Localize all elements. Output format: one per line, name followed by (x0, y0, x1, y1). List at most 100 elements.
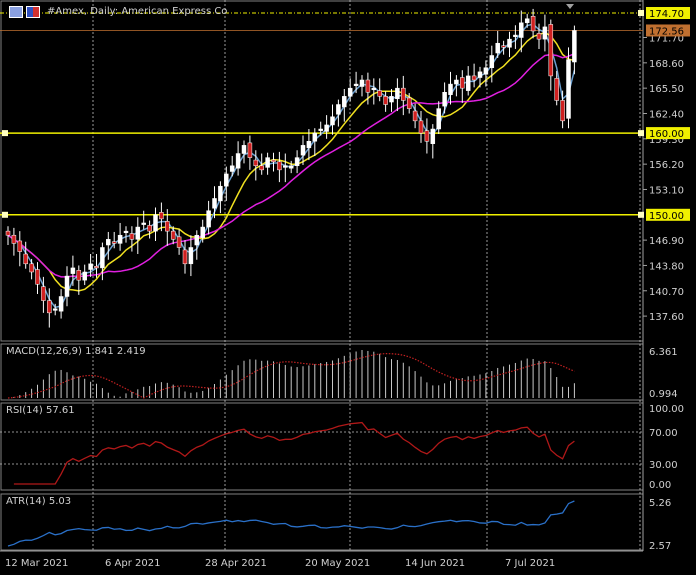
candle-up (336, 104, 341, 115)
candle-down (401, 87, 406, 101)
candle-down (159, 212, 164, 220)
candle-up (200, 226, 205, 238)
candle-down (501, 45, 506, 48)
candle-up (135, 226, 141, 240)
candle-up (294, 157, 300, 167)
candle-up (465, 75, 471, 91)
candle-down (418, 120, 424, 134)
candle-up (572, 30, 577, 63)
x-tick-label: 12 Mar 2021 (5, 558, 68, 569)
macd-tick-label: 0.994 (649, 389, 678, 400)
y-tick-label: 140.70 (649, 287, 684, 298)
x-tick-label: 6 Apr 2021 (105, 558, 160, 569)
chart-canvas[interactable]: 12 Mar 2021 6 Apr 2021 28 Apr 2021 20 May 2… (0, 0, 696, 571)
candle-down (259, 165, 264, 171)
candle-up (347, 87, 353, 97)
candle-down (406, 97, 412, 109)
candle-down (548, 24, 554, 77)
chart-title: #Amex, Daily: American Express Co (47, 6, 228, 17)
candle-up (88, 263, 93, 270)
candle-up (241, 145, 247, 154)
candle-up (524, 18, 530, 24)
candle-up (507, 38, 512, 48)
level-handle (638, 211, 644, 218)
candle-down (23, 253, 28, 265)
candle-down (111, 241, 117, 244)
candle-down (94, 266, 99, 269)
candle-up (489, 55, 495, 68)
candle-up (283, 165, 288, 168)
level-handle (2, 130, 8, 137)
candle-up (194, 234, 200, 246)
candle-down (147, 225, 152, 232)
rsi-tick-label: 0.00 (649, 480, 671, 491)
candle-down (365, 79, 371, 93)
macd-label: MACD(12,26,9) 1.841 2.419 (6, 346, 146, 357)
level-handle (638, 10, 644, 16)
candle-down (530, 16, 536, 32)
shift-marker-icon (566, 4, 574, 9)
candle-up (353, 83, 359, 86)
rsi-tick-label: 70.00 (649, 428, 678, 439)
panel-frame (0, 0, 644, 342)
candle-up (58, 296, 64, 312)
bid-price-label: 172.56 (649, 26, 684, 37)
y-tick-label: 162.40 (649, 109, 684, 120)
candle-up (436, 108, 441, 130)
candle-up (206, 210, 211, 228)
candle-down (182, 249, 188, 265)
chart-window-icon (9, 6, 23, 18)
candle-down (253, 159, 259, 167)
candle-up (306, 141, 312, 149)
candle-down (11, 234, 17, 244)
candle-down (41, 286, 46, 301)
level-handle (2, 211, 8, 218)
flag-icon (26, 6, 41, 18)
candle-up (300, 145, 306, 156)
candle-up (342, 96, 347, 108)
candle-down (554, 78, 559, 101)
candle-down (129, 233, 135, 240)
x-tick-label: 28 Apr 2021 (205, 558, 267, 569)
level-price-label: 150.00 (649, 211, 684, 222)
candle-up (117, 234, 123, 244)
candle-up (566, 59, 571, 119)
candle-down (460, 77, 465, 89)
atr-label: ATR(14) 5.03 (6, 496, 72, 507)
candle-down (35, 269, 40, 285)
atr-tick-label: 2.57 (649, 541, 671, 552)
candle-up (395, 87, 400, 100)
candle-up (312, 132, 318, 142)
candle-down (17, 240, 23, 252)
panel-frame (0, 402, 644, 491)
candle-up (106, 239, 111, 246)
y-tick-label: 165.50 (649, 84, 684, 95)
y-tick-label: 153.10 (649, 185, 684, 196)
candle-down (165, 221, 170, 232)
candle-up (359, 79, 365, 87)
candle-up (123, 230, 129, 234)
candle-down (271, 159, 276, 162)
candle-down (536, 33, 542, 40)
panel-frame (0, 493, 644, 551)
x-tick-label: 20 May 2021 (305, 558, 370, 569)
level-handle (638, 130, 644, 137)
atr-tick-label: 5.26 (649, 498, 671, 509)
chart-window[interactable]: 12 Mar 2021 6 Apr 2021 28 Apr 2021 20 May 2… (0, 0, 696, 571)
candle-up (371, 87, 377, 91)
candle-up (389, 96, 394, 103)
candle-down (277, 161, 282, 171)
x-tick-label: 14 Jun 2021 (405, 558, 465, 569)
candle-down (176, 236, 182, 248)
candle-up (218, 185, 223, 202)
candle-up (235, 153, 241, 169)
candle-up (100, 247, 105, 269)
macd-tick-label: 6.361 (649, 347, 678, 358)
candle-up (430, 128, 436, 144)
candle-up (70, 267, 76, 274)
candle-up (212, 198, 217, 209)
candle-up (64, 275, 70, 297)
candle-down (560, 100, 565, 122)
rsi-tick-label: 30.00 (649, 460, 678, 471)
candle-down (383, 96, 388, 105)
